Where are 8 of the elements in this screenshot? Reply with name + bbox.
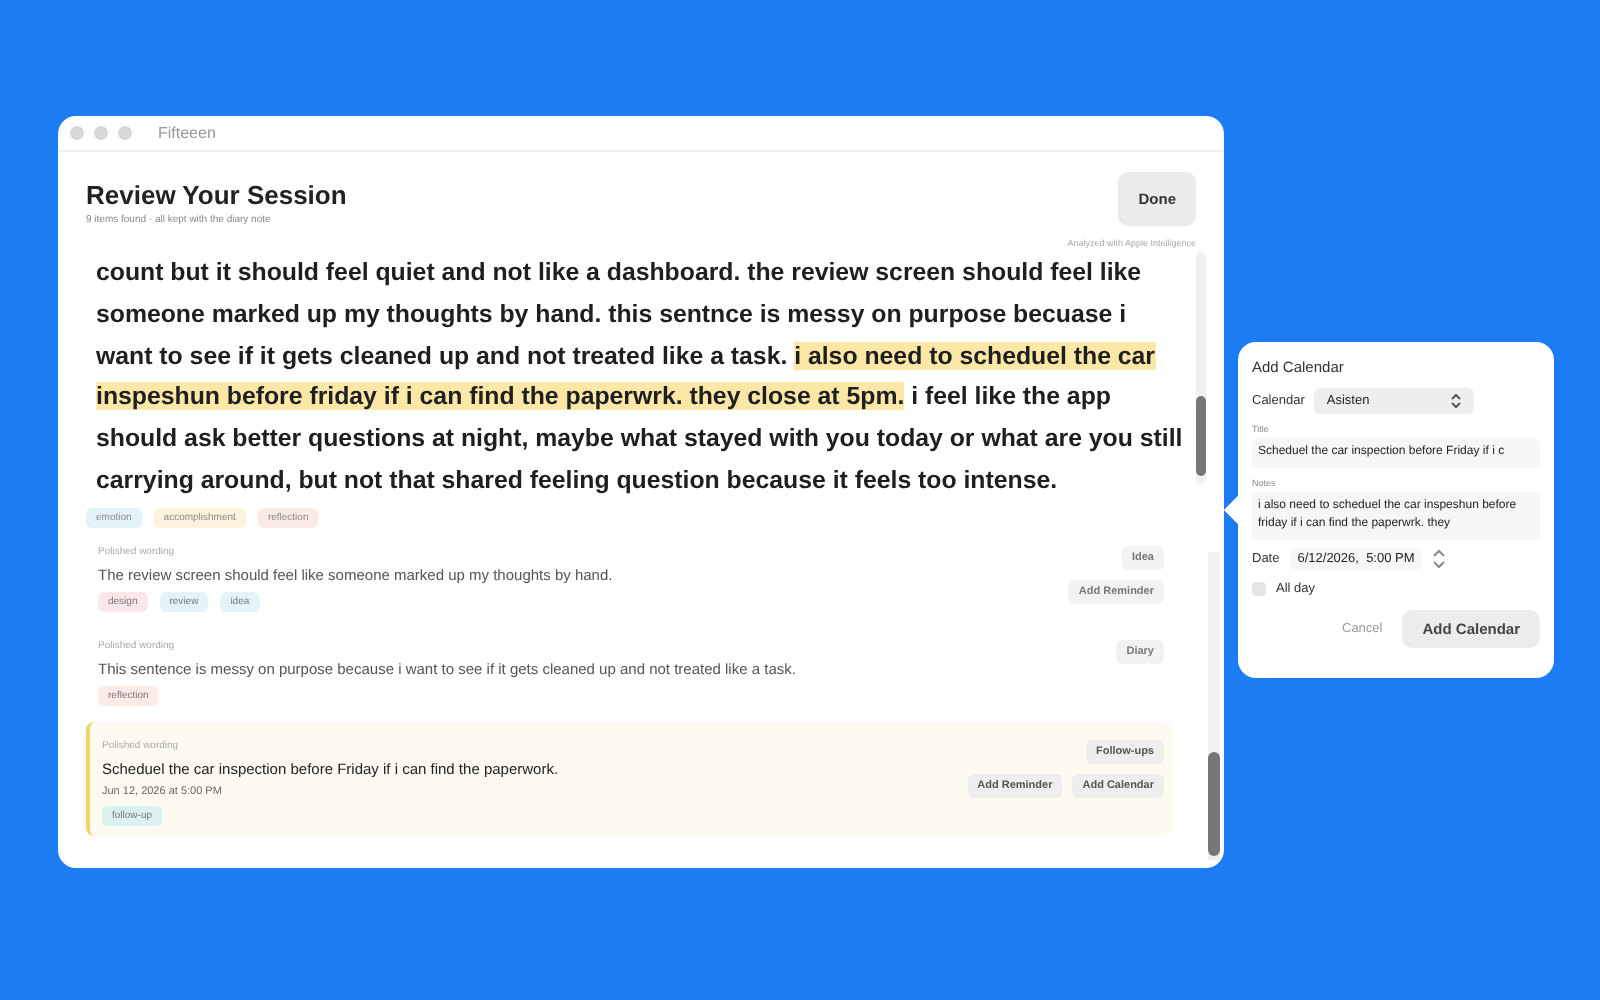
chevron-icon[interactable]	[1450, 392, 1463, 410]
scrollbar[interactable]	[1196, 252, 1206, 484]
all-day-checkbox[interactable]	[1252, 582, 1266, 596]
page-title: Review Your Session	[86, 180, 347, 210]
scrollbar[interactable]	[1208, 552, 1220, 860]
window-title: Fifteeen	[158, 124, 216, 142]
stepper-icon[interactable]	[1432, 548, 1447, 570]
transcript-text: count but it should feel quiet and not like a dashboard. the review screen should feel like someone marked up my thoughts by hand. this sentnce is messy on purpose becuase i want to see if it gets cleaned up and not treated like a task. i also need to scheduel the car inspeshun before friday if i can find the paperwrk. they close at 5pm. i feel like the app should ask better questions at night, maybe what stayed with you today or what are you still carrying around, but not that shared feeling question because it feels too intense.	[96, 256, 1185, 498]
